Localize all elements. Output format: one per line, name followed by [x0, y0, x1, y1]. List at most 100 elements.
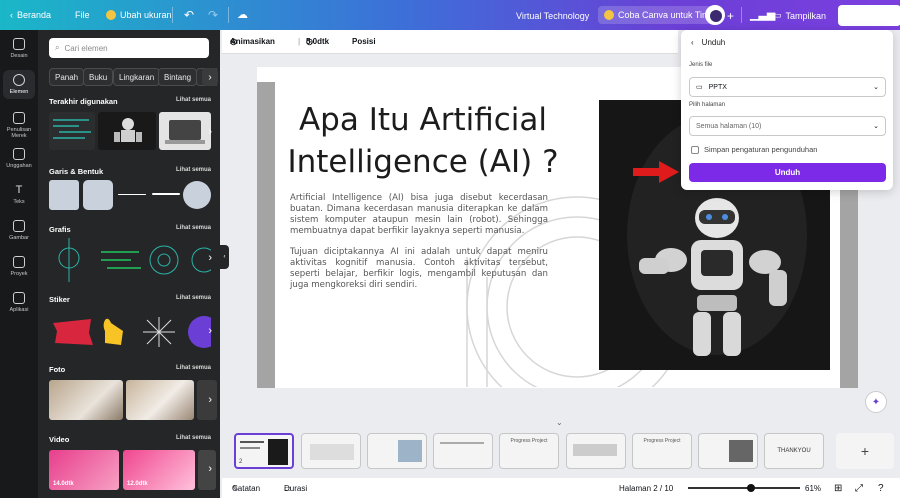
see-all-link[interactable]: Lihat semua	[176, 295, 211, 304]
rail-item-uploads[interactable]: Unggahan	[0, 148, 38, 169]
undo-icon[interactable]: ↶	[184, 8, 194, 22]
collapse-panel-button[interactable]: ‹	[220, 245, 229, 269]
position-button[interactable]: Posisi	[352, 37, 376, 46]
see-all-link[interactable]: Lihat semua	[176, 435, 211, 444]
grid-view-icon[interactable]: ⊞	[834, 483, 842, 494]
recent-item-robot[interactable]	[98, 112, 156, 150]
photo-item[interactable]	[197, 380, 217, 420]
redo-icon[interactable]: ↷	[208, 8, 218, 22]
section-recent: Terakhir digunakan Lihat semua	[49, 97, 211, 106]
resize-button[interactable]: Ubah ukuran	[106, 10, 172, 20]
page-thumb[interactable]: Progress Project	[499, 433, 559, 469]
save-settings-checkbox[interactable]: Simpan pengaturan pengunduhan	[691, 145, 817, 154]
chip-circles[interactable]: Lingkaran	[113, 68, 161, 86]
notes-label: Catatan	[232, 483, 261, 493]
magic-assistant-icon[interactable]: ✦	[865, 391, 887, 413]
recent-item-laptop[interactable]	[159, 112, 211, 150]
home-button[interactable]: ‹ Beranda	[10, 10, 51, 20]
resize-label: Ubah ukuran	[120, 10, 172, 20]
add-collaborator-icon[interactable]: +	[727, 9, 734, 23]
section-stickers: Stiker Lihat semua	[49, 295, 211, 304]
chevron-right-icon[interactable]: ›	[208, 252, 212, 264]
rail-item-text[interactable]: T Teks	[0, 184, 38, 205]
stats-icon[interactable]: ▁▃▅	[750, 8, 775, 21]
chip-stars[interactable]: Bintang	[158, 68, 198, 86]
checkbox-box	[691, 145, 699, 154]
photo-item[interactable]	[126, 380, 194, 420]
see-all-link[interactable]: Lihat semua	[176, 365, 211, 374]
rail-item-elements[interactable]: Elemen	[3, 70, 35, 99]
project-name[interactable]: Virtual Technology	[516, 11, 589, 21]
crown-icon	[106, 10, 116, 20]
page-thumb[interactable]	[301, 433, 361, 469]
page-thumb[interactable]	[566, 433, 626, 469]
chevron-right-icon[interactable]: ›	[208, 325, 212, 337]
chevron-down-icon: ⌄	[873, 84, 879, 91]
page-thumb[interactable]	[698, 433, 758, 469]
page-indicator[interactable]: Halaman 2 / 10	[619, 484, 673, 493]
slide-paragraph-2[interactable]: Tujuan diciptakannya AI ini adalah untuk…	[290, 247, 548, 291]
see-all-link[interactable]: Lihat semua	[176, 97, 211, 106]
page-thumb-text: Progress Project	[643, 438, 681, 444]
fullscreen-icon[interactable]: ⤢	[855, 483, 863, 494]
shape-square[interactable]	[49, 180, 79, 210]
cloud-save-icon[interactable]: ☁	[237, 8, 248, 21]
try-team-button[interactable]: Coba Canva untuk Tim	[598, 6, 716, 24]
present-button[interactable]: ▭ Tampilkan	[773, 10, 826, 21]
zoom-slider[interactable]	[688, 487, 800, 489]
avatar[interactable]	[705, 5, 725, 25]
duration-label: 5.0dtk	[306, 37, 330, 46]
chevron-right-icon[interactable]: ›	[208, 394, 212, 406]
chevron-right-icon[interactable]: ›	[208, 126, 212, 138]
rail-item-projects[interactable]: Proyek	[0, 256, 38, 277]
chip-books[interactable]: Buku	[83, 68, 114, 86]
page-thumb[interactable]	[367, 433, 427, 469]
file-menu[interactable]: File	[75, 10, 90, 20]
see-all-link[interactable]: Lihat semua	[176, 225, 211, 234]
video-item[interactable]: 14.0dtk	[49, 450, 119, 490]
search-input[interactable]: ⌕ Cari elemen	[49, 38, 209, 58]
pages-value: Semua halaman (10)	[696, 122, 762, 130]
upload-icon	[13, 148, 25, 160]
shape-circle[interactable]	[183, 181, 211, 209]
rail-item-design[interactable]: Desain	[0, 38, 38, 59]
rail-item-brand[interactable]: Penulisan Merek	[0, 112, 38, 139]
photo-item[interactable]	[49, 380, 123, 420]
zoom-slider-handle[interactable]	[747, 484, 755, 492]
page-thumb[interactable]	[433, 433, 493, 469]
video-item[interactable]	[198, 450, 216, 490]
stickers-row[interactable]	[49, 313, 211, 351]
recent-item-circuit[interactable]	[49, 112, 95, 150]
shape-arrow-line[interactable]	[152, 193, 180, 195]
rail-item-apps[interactable]: Aplikasi	[0, 292, 38, 313]
shape-line[interactable]	[118, 194, 146, 195]
help-icon[interactable]: ?	[878, 483, 884, 494]
video-item[interactable]: 12.0dtk	[123, 450, 195, 490]
chip-next-arrow[interactable]: ›	[202, 68, 218, 86]
slide-paragraph-1[interactable]: Artificial Intelligence (AI) bisa juga d…	[290, 193, 548, 237]
back-arrow-icon[interactable]: ‹	[691, 38, 694, 47]
download-button[interactable]: Unduh	[689, 163, 886, 182]
strip-collapse-icon[interactable]: ⌄	[556, 418, 563, 427]
chevron-right-icon[interactable]: ›	[208, 463, 212, 475]
slide-title[interactable]: Apa Itu Artificial Intelligence (AI) ?	[283, 99, 563, 183]
page-thumb[interactable]: THANKYOU	[764, 433, 824, 469]
pages-select[interactable]: Semua halaman (10) ⌄	[689, 116, 886, 136]
page-thumb-2[interactable]: 2	[234, 433, 294, 469]
share-button[interactable]: ⇪ Bagikan	[838, 5, 900, 26]
toolbar-divider: |	[298, 37, 301, 46]
chip-arrows[interactable]: Panah	[49, 68, 85, 86]
file-type-select[interactable]: ▭ PPTX ⌄	[689, 77, 886, 97]
shape-rounded-square[interactable]	[83, 180, 113, 210]
rail-label: Unggahan	[6, 163, 32, 169]
share-label: Bagikan	[857, 10, 893, 21]
see-all-link[interactable]: Lihat semua	[176, 167, 211, 176]
layout-icon	[13, 38, 25, 50]
page-thumb-text: THANKYOU	[777, 448, 811, 454]
present-icon: ▭	[773, 10, 782, 20]
rail-item-draw[interactable]: Gambar	[0, 220, 38, 241]
add-page-button[interactable]: +	[836, 433, 894, 469]
graphics-row[interactable]	[49, 238, 211, 282]
page-thumb[interactable]: Progress Project	[632, 433, 692, 469]
zoom-level[interactable]: 61%	[805, 484, 821, 493]
